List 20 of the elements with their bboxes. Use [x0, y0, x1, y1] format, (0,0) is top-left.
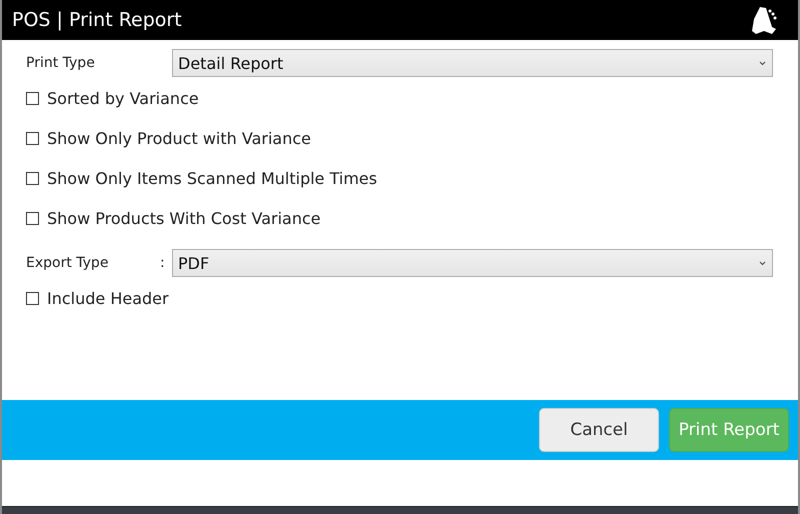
checkbox[interactable] [26, 212, 39, 224]
checkbox[interactable] [26, 92, 39, 104]
window-title: POS | Print Report [12, 9, 182, 31]
checkbox-label[interactable]: Include Header [47, 288, 169, 308]
checkbox-label[interactable]: Show Only Product with Variance [47, 128, 311, 148]
checkbox[interactable] [26, 172, 39, 184]
cancel-button[interactable]: Cancel [539, 408, 659, 452]
chevron-down-icon [759, 60, 766, 66]
label-separator: : [160, 255, 166, 271]
checkbox-label[interactable]: Show Only Items Scanned Multiple Times [47, 168, 378, 188]
checkbox-label[interactable]: Sorted by Variance [47, 88, 199, 108]
chevron-down-icon [759, 260, 766, 266]
checkbox[interactable] [26, 292, 39, 304]
logo-icon [750, 5, 778, 35]
field-label: Export Type [26, 255, 110, 271]
field-label: Print Type [26, 55, 96, 71]
checkbox-label[interactable]: Show Products With Cost Variance [47, 208, 321, 228]
export-type-dropdown[interactable]: PDF [172, 249, 773, 277]
print-type-dropdown[interactable]: Detail Report [172, 49, 773, 77]
checkbox[interactable] [26, 132, 39, 144]
